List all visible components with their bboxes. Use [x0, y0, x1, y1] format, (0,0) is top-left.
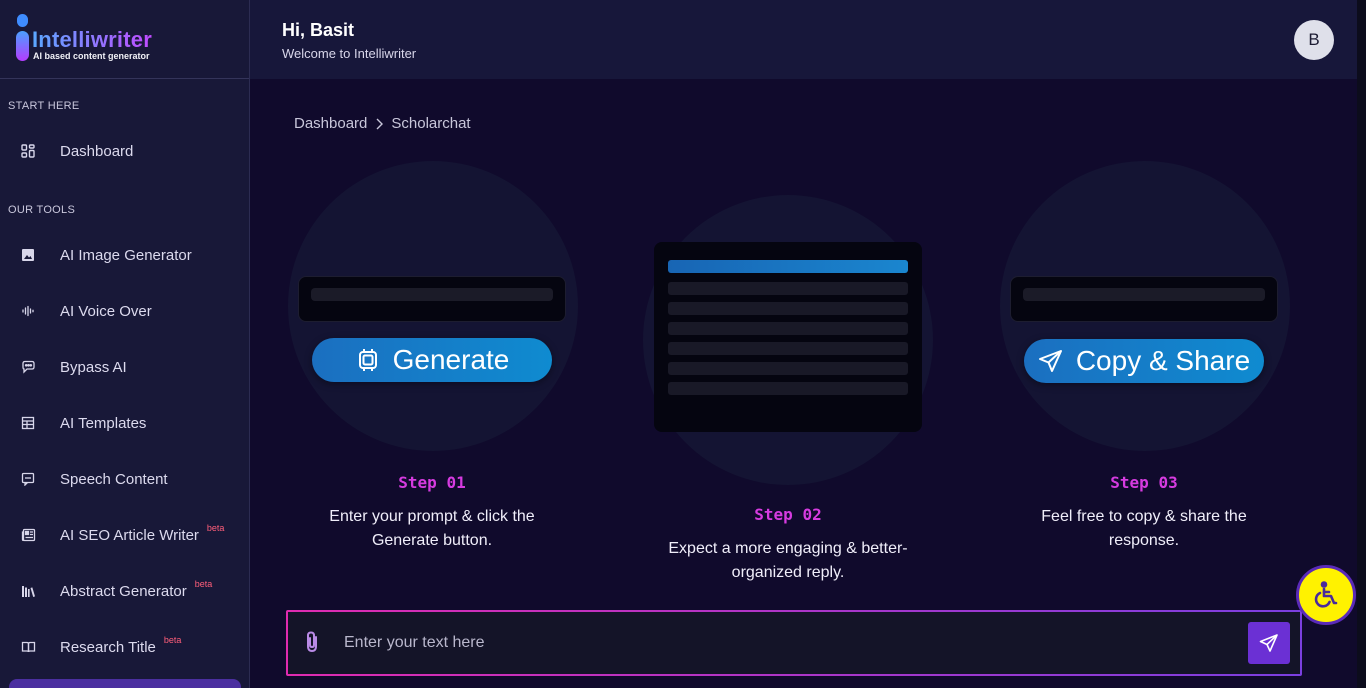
breadcrumb-dashboard[interactable]: Dashboard	[294, 115, 367, 132]
beta-badge: beta	[206, 523, 225, 533]
book-icon	[20, 639, 36, 655]
sidebar-item-abstract-generator[interactable]: Abstract Generator beta	[0, 571, 249, 611]
send-icon	[1038, 350, 1062, 372]
template-icon	[20, 415, 36, 431]
accessibility-button[interactable]	[1296, 565, 1356, 625]
wheelchair-icon	[1314, 581, 1338, 608]
breadcrumb: Dashboard Scholarchat	[294, 115, 471, 132]
step2-desc-line2: organized reply.	[731, 564, 845, 581]
step3-desc-line1: Feel free to copy & share the	[1041, 508, 1247, 525]
sidebar-item-label: AI Templates	[60, 414, 147, 432]
sidebar-item-label: AI Voice Over	[60, 302, 152, 320]
sidebar-item-ai-templates[interactable]: AI Templates	[0, 403, 249, 443]
sidebar-item-label: Speech Content	[60, 470, 168, 488]
sidebar-item-research-title[interactable]: Research Title beta	[0, 627, 249, 667]
sidebar-item-bypass-ai[interactable]: Bypass AI	[0, 347, 249, 387]
paperclip-icon[interactable]	[302, 630, 322, 658]
chat-bubble-icon	[20, 359, 36, 375]
step1-desc-line2: Generate button.	[371, 532, 493, 549]
brand-name: Intelliwriter	[32, 27, 152, 52]
send-icon	[1259, 634, 1278, 652]
breadcrumb-current: Scholarchat	[391, 115, 471, 132]
logo-mark-icon	[16, 14, 30, 62]
welcome-text: Welcome to Intelliwriter	[282, 46, 417, 61]
sidebar-item-label: AI Image Generator	[60, 246, 192, 264]
sidebar-item-scholarchat-active[interactable]	[9, 679, 241, 688]
library-icon	[20, 583, 36, 599]
logo[interactable]: Intelliwriter AI based content generator	[0, 0, 249, 79]
sidebar-item-ai-seo-article-writer[interactable]: AI SEO Article Writer beta	[0, 515, 249, 555]
step3-description: Feel free to copy & share the response.	[994, 505, 1294, 553]
audio-wave-icon	[20, 303, 36, 319]
section-label-tools: OUR TOOLS	[8, 204, 76, 216]
prompt-input-container	[286, 610, 1302, 676]
sidebar-item-label: AI SEO Article Writer	[60, 526, 199, 544]
section-label-start: START HERE	[8, 100, 80, 112]
step2-description: Expect a more engaging & better- organiz…	[628, 537, 948, 585]
sidebar-item-ai-image-generator[interactable]: AI Image Generator	[0, 235, 249, 275]
grid-icon	[20, 143, 36, 159]
sidebar-item-dashboard[interactable]: Dashboard	[0, 131, 249, 171]
step1-desc-line1: Enter your prompt & click the	[329, 508, 535, 525]
chevron-right-icon	[375, 118, 384, 130]
sidebar-item-label: Abstract Generator	[60, 582, 187, 600]
step2-response-mock	[654, 242, 922, 432]
brand-tagline: AI based content generator	[33, 51, 150, 61]
prompt-input-inner	[288, 612, 1300, 674]
beta-badge: beta	[194, 579, 213, 589]
step3-title: Step 03	[1110, 473, 1178, 492]
speech-icon	[20, 471, 36, 487]
newspaper-icon	[20, 527, 36, 543]
chip-icon	[358, 349, 377, 371]
beta-badge: beta	[163, 635, 182, 645]
avatar[interactable]: B	[1294, 20, 1334, 60]
sidebar-item-ai-voice-over[interactable]: AI Voice Over	[0, 291, 249, 331]
copy-share-label: Copy & Share	[1075, 345, 1251, 376]
prompt-input[interactable]	[344, 624, 1224, 662]
step3-desc-line2: response.	[1108, 532, 1180, 549]
sidebar-item-speech-content[interactable]: Speech Content	[0, 459, 249, 499]
sidebar-item-label: Research Title	[60, 638, 156, 656]
generate-button-illustration: Generate	[312, 338, 552, 382]
main-content: Dashboard Scholarchat Generate Step 01 E…	[250, 79, 1366, 688]
sidebar: Intelliwriter AI based content generator…	[0, 0, 250, 688]
scrollbar[interactable]	[1357, 0, 1366, 688]
step1-prompt-mock	[298, 276, 566, 322]
generate-label: Generate	[392, 344, 510, 375]
sidebar-item-label: Bypass AI	[60, 358, 127, 376]
copy-share-button-illustration: Copy & Share	[1024, 339, 1264, 383]
greeting: Hi, Basit	[282, 20, 355, 40]
step3-prompt-mock	[1010, 276, 1278, 322]
sidebar-item-label: Dashboard	[60, 142, 134, 160]
image-icon	[20, 247, 36, 263]
top-header: Hi, Basit Welcome to Intelliwriter B	[250, 0, 1366, 79]
send-button[interactable]	[1248, 622, 1290, 664]
step1-description: Enter your prompt & click the Generate b…	[282, 505, 582, 553]
step1-title: Step 01	[398, 473, 466, 492]
step2-desc-line1: Expect a more engaging & better-	[668, 540, 908, 557]
step2-title: Step 02	[754, 505, 822, 524]
